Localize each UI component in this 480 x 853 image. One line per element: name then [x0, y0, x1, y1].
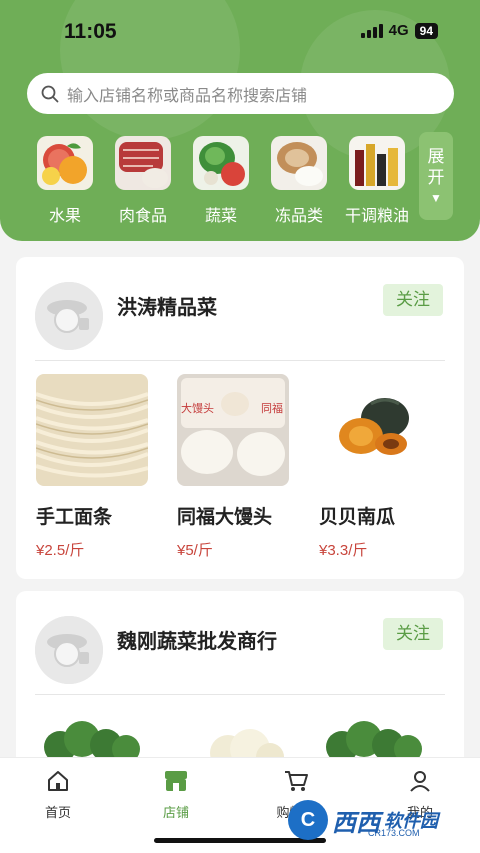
category-row: 水果 肉食品 蔬菜 冻品类 干调粮油: [26, 136, 426, 228]
follow-button[interactable]: 关注: [383, 618, 443, 650]
product-price: ¥2.5/斤: [36, 542, 85, 559]
cart-icon: [256, 766, 336, 796]
product-item[interactable]: 大馒头 同福 同福大馒头 ¥5/斤: [177, 374, 289, 560]
grain-oil-image: [349, 136, 405, 190]
category-label: 干调粮油: [344, 208, 409, 225]
status-time: 11:05: [64, 20, 117, 43]
svg-text:大馒头: 大馒头: [181, 401, 214, 415]
search-bar[interactable]: 输入店铺名称或商品名称搜索店铺: [27, 73, 454, 114]
product-price: ¥5/斤: [177, 542, 213, 559]
tab-label: 首页: [44, 805, 71, 820]
expand-button[interactable]: 展 开 ▼: [419, 132, 453, 220]
product-name: 贝贝南瓜: [319, 507, 396, 528]
fruit-image: [37, 136, 93, 190]
category-vegetable[interactable]: 蔬菜: [182, 136, 260, 226]
signal-icon: [360, 23, 383, 38]
watermark-logo-icon: C: [288, 800, 328, 840]
product-image-noodles: [36, 374, 148, 486]
divider: [35, 694, 445, 695]
frozen-food-image: [271, 136, 327, 190]
expand-label: 开: [427, 168, 445, 187]
profile-icon: [380, 766, 460, 796]
category-frozen[interactable]: 冻品类: [260, 136, 338, 226]
watermark-domain: CR173.COM: [368, 828, 420, 838]
vegetable-image: [193, 136, 249, 190]
meat-image: [115, 136, 171, 190]
store-avatar: [35, 616, 103, 684]
product-item[interactable]: 手工面条 ¥2.5/斤: [36, 374, 148, 560]
store-avatar: [35, 282, 103, 350]
home-icon: [18, 766, 98, 796]
product-image-pumpkin: [319, 374, 431, 486]
expand-label: 展: [427, 147, 445, 166]
watermark: C 西西 软件园 CR173.COM: [288, 795, 468, 845]
store-icon: [136, 766, 216, 796]
category-fruit[interactable]: 水果: [26, 136, 104, 226]
network-type: 4G: [388, 22, 409, 39]
search-icon: [41, 85, 59, 102]
svg-text:同福: 同福: [261, 401, 283, 415]
store-name: 洪涛精品菜: [117, 297, 217, 319]
tab-store[interactable]: 店铺: [136, 766, 216, 821]
category-label: 水果: [48, 208, 81, 225]
category-label: 冻品类: [274, 208, 323, 225]
store-name: 魏刚蔬菜批发商行: [117, 631, 277, 653]
chevron-down-icon: ▼: [430, 191, 442, 205]
product-price: ¥3.3/斤: [319, 542, 368, 559]
product-image-steamed-bun: 大馒头 同福: [177, 374, 289, 486]
battery-icon: 94: [414, 22, 438, 39]
product-name: 手工面条: [36, 507, 113, 528]
category-grain-oil[interactable]: 干调粮油: [338, 136, 416, 226]
follow-button[interactable]: 关注: [383, 284, 443, 316]
store-card[interactable]: 洪涛精品菜 关注 手工面条 ¥2.5/斤 大馒头 同福 同福大馒头 ¥5/斤 贝…: [16, 257, 464, 579]
status-bar: 11:05 4G 94: [0, 0, 480, 62]
divider: [35, 360, 445, 361]
category-label: 蔬菜: [204, 208, 237, 225]
search-placeholder: 输入店铺名称或商品名称搜索店铺: [67, 87, 308, 105]
category-meat[interactable]: 肉食品: [104, 136, 182, 226]
product-name: 同福大馒头: [177, 507, 273, 528]
category-label: 肉食品: [118, 208, 167, 225]
product-item[interactable]: 贝贝南瓜 ¥3.3/斤: [319, 374, 431, 560]
tab-home[interactable]: 首页: [18, 766, 98, 821]
tab-label: 店铺: [162, 805, 189, 820]
